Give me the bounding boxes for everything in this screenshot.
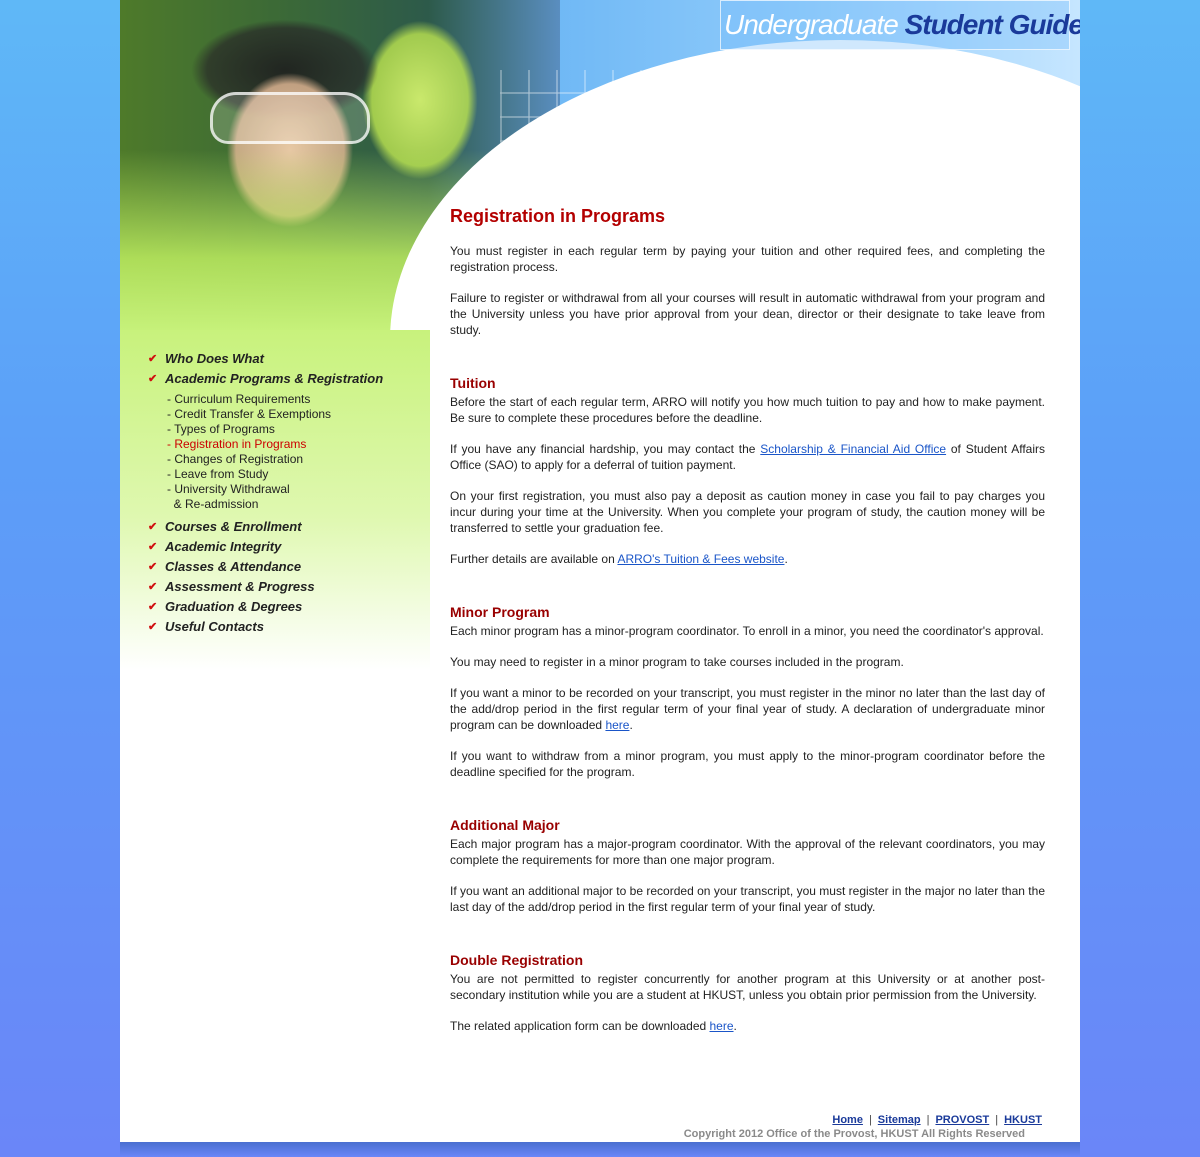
text-segment: If you have any financial hardship, you … xyxy=(450,442,761,456)
subnav-university-withdrawal[interactable]: - University Withdrawal & Re-admission xyxy=(167,482,418,512)
footer-separator: | xyxy=(926,1114,930,1126)
text-segment: Further details are available on xyxy=(450,552,618,566)
minor-declaration-link[interactable]: here xyxy=(605,718,629,732)
page-title: Registration in Programs xyxy=(450,206,666,226)
nav-item-assessment-progress[interactable]: ✔ Assessment & Progress xyxy=(148,576,418,596)
nav-item-label: Classes & Attendance xyxy=(165,558,302,574)
footer: Home | Sitemap | PROVOST | HKUST Copyright 201… xyxy=(670,1114,1050,1140)
text-segment: . xyxy=(784,552,788,566)
nav-item-courses-enrollment[interactable]: ✔ Courses & Enrollment xyxy=(148,516,418,536)
double-paragraph-2: The related application form can be down… xyxy=(450,1018,1045,1034)
footer-provost-link[interactable]: PROVOST xyxy=(935,1114,989,1126)
nav-item-label: Useful Contacts xyxy=(165,618,264,634)
checkmark-icon: ✔ xyxy=(148,520,158,533)
nav-item-label: Academic Integrity xyxy=(165,538,282,554)
footer-home-link[interactable]: Home xyxy=(832,1114,863,1126)
nav-item-label: Courses & Enrollment xyxy=(165,518,302,534)
checkmark-icon: ✔ xyxy=(148,352,158,365)
nav-subitems: - Curriculum Requirements - Credit Trans… xyxy=(148,388,418,516)
nav-item-label: Academic Programs & Registration xyxy=(165,370,384,386)
minor-paragraph-4: If you want to withdraw from a minor pro… xyxy=(450,749,1045,779)
text-segment: . xyxy=(629,718,633,732)
nav-item-who-does-what[interactable]: ✔ Who Does What xyxy=(148,348,418,368)
checkmark-icon: ✔ xyxy=(148,600,158,613)
nav-item-classes-attendance[interactable]: ✔ Classes & Attendance xyxy=(148,556,418,576)
minor-paragraph-2: You may need to register in a minor prog… xyxy=(450,655,904,669)
intro-paragraph-1: You must register in each regular term b… xyxy=(450,244,1045,274)
sidebar-nav: ✔ Who Does What ✔ Academic Programs & Regi… xyxy=(148,348,418,636)
double-registration-heading: Double Registration xyxy=(450,952,584,968)
minor-paragraph-1: Each minor program has a minor-program c… xyxy=(450,624,1044,638)
major-paragraph-1: Each major program has a major-program c… xyxy=(450,837,1045,867)
tuition-paragraph-4: Further details are available on ARRO's … xyxy=(450,551,1045,567)
tuition-paragraph-3: On your first registration, you must als… xyxy=(450,489,1045,535)
nav-item-label: Assessment & Progress xyxy=(165,578,315,594)
checkmark-icon: ✔ xyxy=(148,580,158,593)
site-title-part2: Student Guide xyxy=(904,9,1080,40)
nav-item-label: Graduation & Degrees xyxy=(165,598,303,614)
tuition-paragraph-2: If you have any financial hardship, you … xyxy=(450,441,1045,473)
tuition-heading: Tuition xyxy=(450,375,496,391)
footer-separator: | xyxy=(868,1114,872,1126)
subnav-leave-from-study[interactable]: - Leave from Study xyxy=(167,467,418,482)
tuition-fees-link[interactable]: ARRO's Tuition & Fees website xyxy=(617,552,784,566)
subnav-curriculum-requirements[interactable]: - Curriculum Requirements xyxy=(167,392,418,407)
checkmark-icon: ✔ xyxy=(148,620,158,633)
nav-item-useful-contacts[interactable]: ✔ Useful Contacts xyxy=(148,616,418,636)
footer-links: Home | Sitemap | PROVOST | HKUST xyxy=(670,1114,1050,1126)
subnav-credit-transfer[interactable]: - Credit Transfer & Exemptions xyxy=(167,407,418,422)
checkmark-icon: ✔ xyxy=(148,372,158,385)
nav-item-graduation-degrees[interactable]: ✔ Graduation & Degrees xyxy=(148,596,418,616)
checkmark-icon: ✔ xyxy=(148,540,158,553)
subnav-types-of-programs[interactable]: - Types of Programs xyxy=(167,422,418,437)
goggles-graphic xyxy=(210,92,370,144)
nav-item-academic-programs[interactable]: ✔ Academic Programs & Registration xyxy=(148,368,418,388)
nav-item-label: Who Does What xyxy=(165,350,264,366)
major-paragraph-2: If you want an additional major to be re… xyxy=(450,884,1045,914)
double-paragraph-1: You are not permitted to register concur… xyxy=(450,972,1045,1002)
intro-paragraph-2: Failure to register or withdrawal from a… xyxy=(450,291,1045,337)
text-segment: . xyxy=(733,1019,737,1033)
site-title[interactable]: Undergraduate Student Guide xyxy=(720,0,1080,50)
subnav-changes-of-registration[interactable]: - Changes of Registration xyxy=(167,452,418,467)
minor-paragraph-3: If you want a minor to be recorded on yo… xyxy=(450,685,1045,733)
page-container: Undergraduate Student Guide ✔ Who Does Wh… xyxy=(120,0,1080,1142)
footer-sitemap-link[interactable]: Sitemap xyxy=(878,1114,921,1126)
footer-hkust-link[interactable]: HKUST xyxy=(1004,1114,1042,1126)
minor-heading: Minor Program xyxy=(450,604,550,620)
site-title-part1: Undergraduate xyxy=(724,9,905,40)
text-segment: The related application form can be down… xyxy=(450,1019,710,1033)
scholarship-office-link[interactable]: Scholarship & Financial Aid Office xyxy=(760,442,946,456)
page-bottom-shadow xyxy=(120,1142,1080,1157)
checkmark-icon: ✔ xyxy=(148,560,158,573)
footer-separator: | xyxy=(995,1114,999,1126)
text-segment: If you want a minor to be recorded on yo… xyxy=(450,686,1045,732)
application-form-link[interactable]: here xyxy=(710,1019,734,1033)
copyright-text: Copyright 2012 Office of the Provost, HK… xyxy=(683,1128,1025,1140)
tuition-paragraph-1: Before the start of each regular term, A… xyxy=(450,395,1045,425)
main-content: Registration in Programs You must regist… xyxy=(450,206,1045,1049)
major-heading: Additional Major xyxy=(450,817,560,833)
nav-item-academic-integrity[interactable]: ✔ Academic Integrity xyxy=(148,536,418,556)
subnav-registration-in-programs[interactable]: - Registration in Programs xyxy=(167,437,418,452)
